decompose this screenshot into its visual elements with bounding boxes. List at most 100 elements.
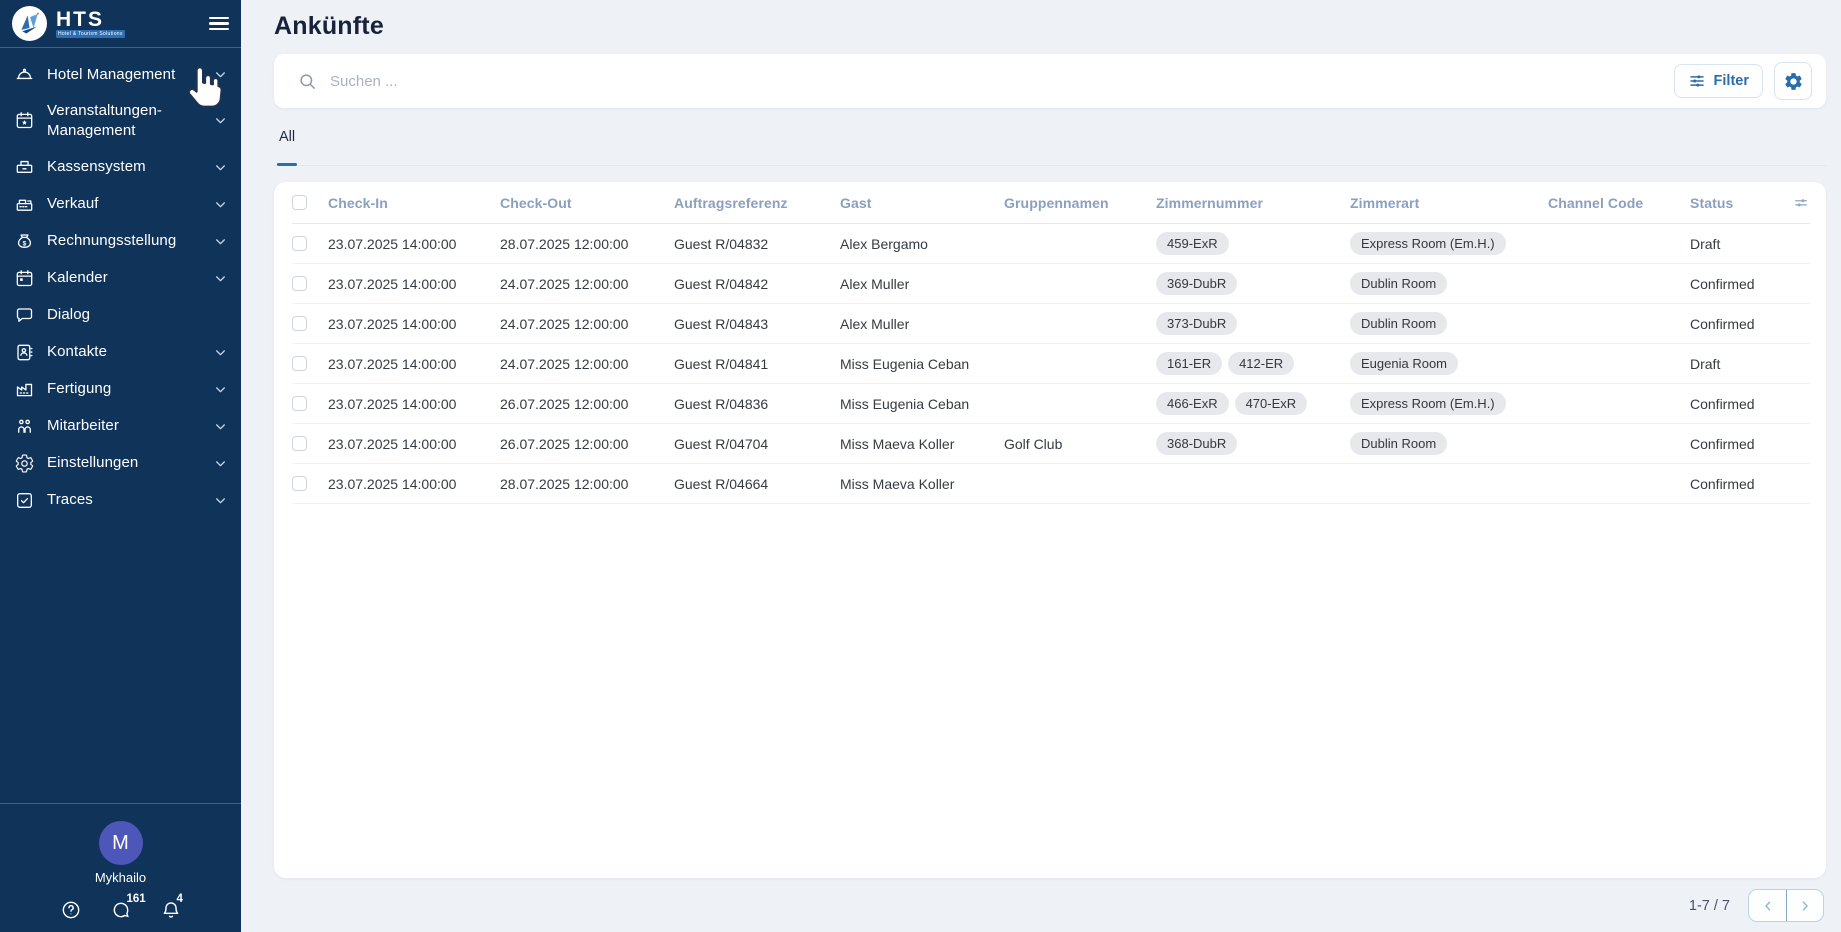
chevron-down-icon <box>214 161 227 174</box>
check-in: 23.07.2025 14:00:00 <box>328 316 500 332</box>
col-header-check-out[interactable]: Check-Out <box>500 195 674 211</box>
guest-name: Alex Bergamo <box>840 236 1004 252</box>
check-in: 23.07.2025 14:00:00 <box>328 356 500 372</box>
logo-mark-icon <box>12 6 47 41</box>
filter-button[interactable]: Filter <box>1674 64 1763 98</box>
filter-button-label: Filter <box>1714 73 1749 89</box>
sidebar-item-verkauf[interactable]: Verkauf <box>0 186 241 223</box>
table-row[interactable]: 23.07.2025 14:00:0024.07.2025 12:00:00Gu… <box>292 344 1810 384</box>
next-page-button[interactable] <box>1786 890 1823 921</box>
toolbar: Filter <box>274 54 1826 108</box>
room-numbers: 373-DubR <box>1156 312 1350 335</box>
col-header-zimmernummer[interactable]: Zimmernummer <box>1156 195 1350 211</box>
chevron-down-icon <box>214 68 227 81</box>
check-in: 23.07.2025 14:00:00 <box>328 476 500 492</box>
guest-name: Alex Muller <box>840 316 1004 332</box>
order-reference: Guest R/04664 <box>674 476 840 492</box>
col-header-auftragsreferenz[interactable]: Auftragsreferenz <box>674 195 840 211</box>
table-row[interactable]: 23.07.2025 14:00:0028.07.2025 12:00:00Gu… <box>292 224 1810 264</box>
chevron-down-icon <box>214 494 227 507</box>
prev-page-button[interactable] <box>1749 890 1786 921</box>
row-checkbox[interactable] <box>292 436 307 451</box>
room-numbers: 369-DubR <box>1156 272 1350 295</box>
sidebar-item-veranstaltungen-management[interactable]: Veranstaltungen-Management <box>0 93 241 149</box>
room-type-pill: Express Room (Em.H.) <box>1350 232 1506 255</box>
sidebar-item-mitarbeiter[interactable]: Mitarbeiter <box>0 408 241 445</box>
search-input[interactable] <box>330 73 1674 90</box>
chevron-down-icon <box>214 420 227 433</box>
contact-card-icon <box>14 342 35 363</box>
sidebar-item-einstellungen[interactable]: Einstellungen <box>0 445 241 482</box>
check-out: 26.07.2025 12:00:00 <box>500 396 674 412</box>
table-row[interactable]: 23.07.2025 14:00:0026.07.2025 12:00:00Gu… <box>292 424 1810 464</box>
sidebar-item-traces[interactable]: Traces <box>0 482 241 519</box>
page-range: 1-7 / 7 <box>1689 898 1730 914</box>
room-type-pill: Eugenia Room <box>1350 352 1458 375</box>
table-row[interactable]: 23.07.2025 14:00:0024.07.2025 12:00:00Gu… <box>292 264 1810 304</box>
room-number-pill: 470-ExR <box>1235 392 1308 415</box>
chevron-down-icon <box>214 383 227 396</box>
sidebar-item-dialog[interactable]: Dialog <box>0 297 241 334</box>
user-name: Mykhailo <box>0 870 241 885</box>
select-all-checkbox[interactable] <box>292 195 307 210</box>
chevron-down-icon <box>214 346 227 359</box>
avatar[interactable]: M <box>99 821 143 865</box>
gear-icon <box>14 453 35 474</box>
notifications-bell-icon[interactable]: 4 <box>161 900 181 920</box>
cash-register-icon <box>14 194 35 215</box>
sidebar-item-rechnungsstellung[interactable]: $ Rechnungsstellung <box>0 223 241 260</box>
col-header-gruppennamen[interactable]: Gruppennamen <box>1004 195 1156 211</box>
app-logo[interactable]: HTS Hotel & Tourism Solutions <box>12 6 125 41</box>
column-settings-icon[interactable] <box>1792 194 1810 212</box>
sidebar-item-fertigung[interactable]: Fertigung <box>0 371 241 408</box>
arrivals-table: Check-InCheck-OutAuftragsreferenzGastGru… <box>274 182 1826 878</box>
order-reference: Guest R/04704 <box>674 436 840 452</box>
guest-name: Miss Eugenia Ceban <box>840 396 1004 412</box>
room-numbers: 466-ExR 470-ExR <box>1156 392 1350 415</box>
people-icon <box>14 416 35 437</box>
check-out: 24.07.2025 12:00:00 <box>500 356 674 372</box>
logo-text: HTS <box>56 10 125 30</box>
group-name: Golf Club <box>1004 436 1156 452</box>
sidebar-item-kassensystem[interactable]: Kassensystem <box>0 149 241 186</box>
row-checkbox[interactable] <box>292 316 307 331</box>
chevron-down-icon <box>214 198 227 211</box>
pagination: 1-7 / 7 <box>274 878 1826 932</box>
room-number-pill: 466-ExR <box>1156 392 1229 415</box>
room-number-pill: 459-ExR <box>1156 232 1229 255</box>
chevron-left-icon <box>1761 899 1775 913</box>
row-checkbox[interactable] <box>292 396 307 411</box>
table-row[interactable]: 23.07.2025 14:00:0024.07.2025 12:00:00Gu… <box>292 304 1810 344</box>
sidebar-item-kontakte[interactable]: Kontakte <box>0 334 241 371</box>
col-header-status[interactable]: Status <box>1690 195 1786 211</box>
room-type: Dublin Room <box>1350 272 1548 295</box>
row-checkbox[interactable] <box>292 236 307 251</box>
col-header-check-in[interactable]: Check-In <box>328 195 500 211</box>
row-checkbox[interactable] <box>292 356 307 371</box>
sidebar-item-hotel-management[interactable]: Hotel Management <box>0 56 241 93</box>
table-row[interactable]: 23.07.2025 14:00:0026.07.2025 12:00:00Gu… <box>292 384 1810 424</box>
row-checkbox[interactable] <box>292 476 307 491</box>
tab-all[interactable]: All <box>277 129 297 165</box>
help-icon[interactable] <box>61 900 81 920</box>
row-checkbox[interactable] <box>292 276 307 291</box>
col-header-channel-code[interactable]: Channel Code <box>1548 195 1690 211</box>
room-type-pill: Express Room (Em.H.) <box>1350 392 1506 415</box>
room-number-pill: 369-DubR <box>1156 272 1237 295</box>
col-header-zimmerart[interactable]: Zimmerart <box>1350 195 1548 211</box>
sidebar: HTS Hotel & Tourism Solutions Hotel Mana… <box>0 0 241 932</box>
table-settings-gear-icon[interactable] <box>1774 62 1812 100</box>
table-body: 23.07.2025 14:00:0028.07.2025 12:00:00Gu… <box>292 224 1810 504</box>
order-reference: Guest R/04832 <box>674 236 840 252</box>
table-row[interactable]: 23.07.2025 14:00:0028.07.2025 12:00:00Gu… <box>292 464 1810 504</box>
room-type-pill: Dublin Room <box>1350 312 1447 335</box>
room-number-pill: 161-ER <box>1156 352 1222 375</box>
messages-icon[interactable]: 161 <box>111 900 131 920</box>
tabs-bar: All <box>274 129 1826 166</box>
guest-name: Alex Muller <box>840 276 1004 292</box>
check-in: 23.07.2025 14:00:00 <box>328 436 500 452</box>
sidebar-toggle-hamburger-icon[interactable] <box>209 12 229 36</box>
sidebar-item-kalender[interactable]: Kalender <box>0 260 241 297</box>
order-reference: Guest R/04841 <box>674 356 840 372</box>
col-header-gast[interactable]: Gast <box>840 195 1004 211</box>
